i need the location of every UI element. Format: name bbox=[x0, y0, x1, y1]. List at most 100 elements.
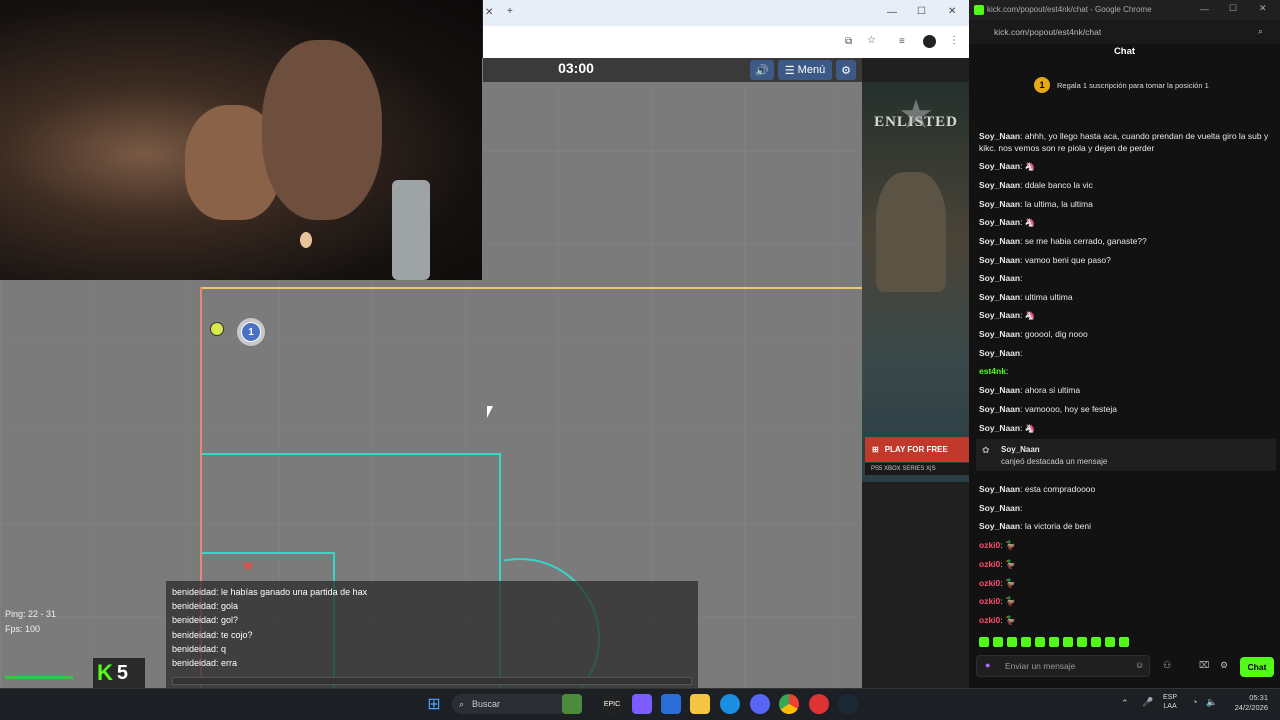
chat-username[interactable]: ozki0 bbox=[979, 559, 1000, 569]
emote-icon[interactable] bbox=[979, 637, 989, 647]
chat-message: Soy_Naan: 🦄 bbox=[979, 423, 1035, 434]
chat-username[interactable]: est4nk bbox=[979, 366, 1006, 376]
tray-chevron-icon[interactable]: ⌃ bbox=[1121, 698, 1129, 709]
mic-icon[interactable]: ● bbox=[985, 660, 990, 670]
chat-username[interactable]: Soy_Naan bbox=[979, 255, 1020, 265]
epic-games-icon[interactable]: EPIC bbox=[602, 694, 622, 714]
profile-avatar[interactable] bbox=[923, 35, 936, 48]
enlisted-ad[interactable]: ENLISTED ★ bbox=[862, 82, 970, 482]
tray-mic-icon[interactable]: 🎤 bbox=[1142, 697, 1153, 708]
game-chat-input[interactable] bbox=[172, 677, 692, 685]
weather-widget-icon[interactable] bbox=[562, 694, 582, 714]
copilot-icon[interactable] bbox=[632, 694, 652, 714]
wifi-icon[interactable]: ◔ bbox=[1192, 697, 1197, 707]
ad-cta-label: PLAY FOR FREE bbox=[884, 445, 948, 454]
chat-username[interactable]: Soy_Naan bbox=[979, 423, 1020, 433]
chat-message: Soy_Naan: ahora si ultima bbox=[979, 385, 1080, 395]
emote-icon[interactable] bbox=[1035, 637, 1045, 647]
chat-username[interactable]: ozki0 bbox=[979, 596, 1000, 606]
minimize-icon[interactable]: — bbox=[887, 7, 897, 18]
emoji-picker-icon[interactable]: ☺ bbox=[1135, 660, 1144, 670]
chat-username[interactable]: Soy_Naan bbox=[979, 161, 1020, 171]
chat-separator: : bbox=[1020, 503, 1023, 513]
store-icon[interactable] bbox=[661, 694, 681, 714]
chat-username[interactable]: Soy_Naan bbox=[979, 199, 1020, 209]
chat-text: se me habia cerrado, ganaste?? bbox=[1024, 236, 1147, 246]
taskbar-search[interactable]: ⌕ Buscar bbox=[452, 694, 572, 714]
chat-username[interactable]: Soy_Naan bbox=[979, 217, 1020, 227]
ad-cta-button[interactable]: ⊞ PLAY FOR FREE bbox=[865, 437, 969, 462]
emote-icon[interactable] bbox=[1007, 637, 1017, 647]
chat-username[interactable]: ozki0 bbox=[979, 578, 1000, 588]
menu-button[interactable]: ☰ Menú bbox=[778, 60, 832, 80]
settings-icon[interactable]: ⚙ bbox=[1220, 660, 1228, 671]
emote-icon[interactable] bbox=[1063, 637, 1073, 647]
windows-start-icon[interactable]: ⊞ bbox=[424, 694, 444, 714]
settings-button[interactable]: ⚙ bbox=[836, 60, 856, 80]
emote-icon[interactable] bbox=[1105, 637, 1115, 647]
emote-icon[interactable] bbox=[1077, 637, 1087, 647]
gift-icon[interactable]: ⌧ bbox=[1199, 660, 1209, 671]
volume-button[interactable]: 🔊 bbox=[750, 60, 774, 80]
mouse-cursor-icon bbox=[487, 406, 493, 418]
chat-username[interactable]: Soy_Naan bbox=[979, 273, 1020, 283]
kebab-menu-icon[interactable]: ⋮ bbox=[949, 35, 959, 46]
emote-icon[interactable] bbox=[993, 637, 1003, 647]
chrome-icon[interactable] bbox=[779, 694, 799, 714]
chat-text: 🦄 bbox=[1024, 161, 1036, 171]
chat-username[interactable]: Soy_Naan bbox=[979, 521, 1020, 531]
maximize-icon[interactable]: ☐ bbox=[917, 6, 926, 17]
new-tab-icon[interactable]: + bbox=[507, 6, 513, 17]
chat-username[interactable]: Soy_Naan bbox=[979, 236, 1020, 246]
star-icon[interactable]: ☆ bbox=[867, 35, 876, 46]
highlight-text: canjeó destacada un mensaje bbox=[1001, 457, 1108, 466]
translate-icon[interactable]: ⧉ bbox=[845, 36, 852, 47]
media-icon[interactable]: ≡ bbox=[899, 36, 905, 47]
chat-username[interactable]: Soy_Naan bbox=[979, 329, 1020, 339]
game-chat-log: benideidad: le habías ganado una partida… bbox=[166, 581, 698, 688]
window-close-icon[interactable]: ✕ bbox=[948, 6, 956, 17]
chat-username[interactable]: Soy_Naan bbox=[979, 484, 1020, 494]
chat-username[interactable]: ozki0 bbox=[979, 540, 1000, 550]
chat-text: la victoria de beni bbox=[1024, 521, 1091, 531]
volume-icon[interactable]: 🔈 bbox=[1206, 697, 1217, 708]
chat-window-title: kick.com/popout/est4nk/chat - Google Chr… bbox=[987, 5, 1152, 14]
chat-message: Soy_Naan: bbox=[979, 273, 1022, 283]
users-icon[interactable]: ⚇ bbox=[1163, 660, 1171, 671]
pinned-gift-banner[interactable]: Regala 1 suscripción para tomar la posic… bbox=[1057, 81, 1209, 90]
chat-address[interactable]: kick.com/popout/est4nk/chat bbox=[994, 27, 1101, 37]
close-tab-icon[interactable]: ✕ bbox=[485, 7, 493, 18]
clock[interactable]: 05:31 24/2/2026 bbox=[1226, 693, 1268, 713]
folder-icon[interactable] bbox=[690, 694, 710, 714]
chat-username[interactable]: Soy_Naan bbox=[979, 131, 1020, 141]
app-icon[interactable] bbox=[809, 694, 829, 714]
emote-icon[interactable] bbox=[1119, 637, 1129, 647]
chat-message-input[interactable]: ● Enviar un mensaje ☺ bbox=[976, 655, 1150, 677]
highlight-user[interactable]: Soy_Naan bbox=[1001, 445, 1040, 454]
zoom-icon[interactable]: ⌕ bbox=[1258, 26, 1263, 37]
chat-username[interactable]: Soy_Naan bbox=[979, 348, 1020, 358]
chat-separator: : bbox=[1005, 366, 1009, 376]
send-chat-button[interactable]: Chat bbox=[1240, 657, 1274, 677]
chat-minimize-icon[interactable]: — bbox=[1200, 4, 1209, 14]
chat-separator: : bbox=[1020, 273, 1023, 283]
chat-username[interactable]: Soy_Naan bbox=[979, 180, 1020, 190]
steam-icon[interactable] bbox=[838, 694, 858, 714]
emote-icon[interactable] bbox=[1049, 637, 1059, 647]
chat-username[interactable]: Soy_Naan bbox=[979, 292, 1020, 302]
language-code: ESP bbox=[1163, 694, 1178, 701]
ping-readout: Ping: 22 - 31 bbox=[5, 609, 57, 619]
chat-username[interactable]: Soy_Naan bbox=[979, 404, 1020, 414]
language-indicator[interactable]: ESP LAA bbox=[1163, 693, 1177, 711]
chat-username[interactable]: Soy_Naan bbox=[979, 310, 1020, 320]
chat-maximize-icon[interactable]: ☐ bbox=[1229, 3, 1237, 14]
emote-icon[interactable] bbox=[1091, 637, 1101, 647]
chat-username[interactable]: Soy_Naan bbox=[979, 385, 1020, 395]
chat-username[interactable]: ozki0 bbox=[979, 615, 1000, 625]
chat-close-icon[interactable]: ✕ bbox=[1259, 3, 1267, 14]
chat-text: ddale banco la vic bbox=[1024, 180, 1093, 190]
emote-icon[interactable] bbox=[1021, 637, 1031, 647]
chat-username[interactable]: Soy_Naan bbox=[979, 503, 1020, 513]
edge-icon[interactable] bbox=[720, 694, 740, 714]
discord-icon[interactable] bbox=[750, 694, 770, 714]
